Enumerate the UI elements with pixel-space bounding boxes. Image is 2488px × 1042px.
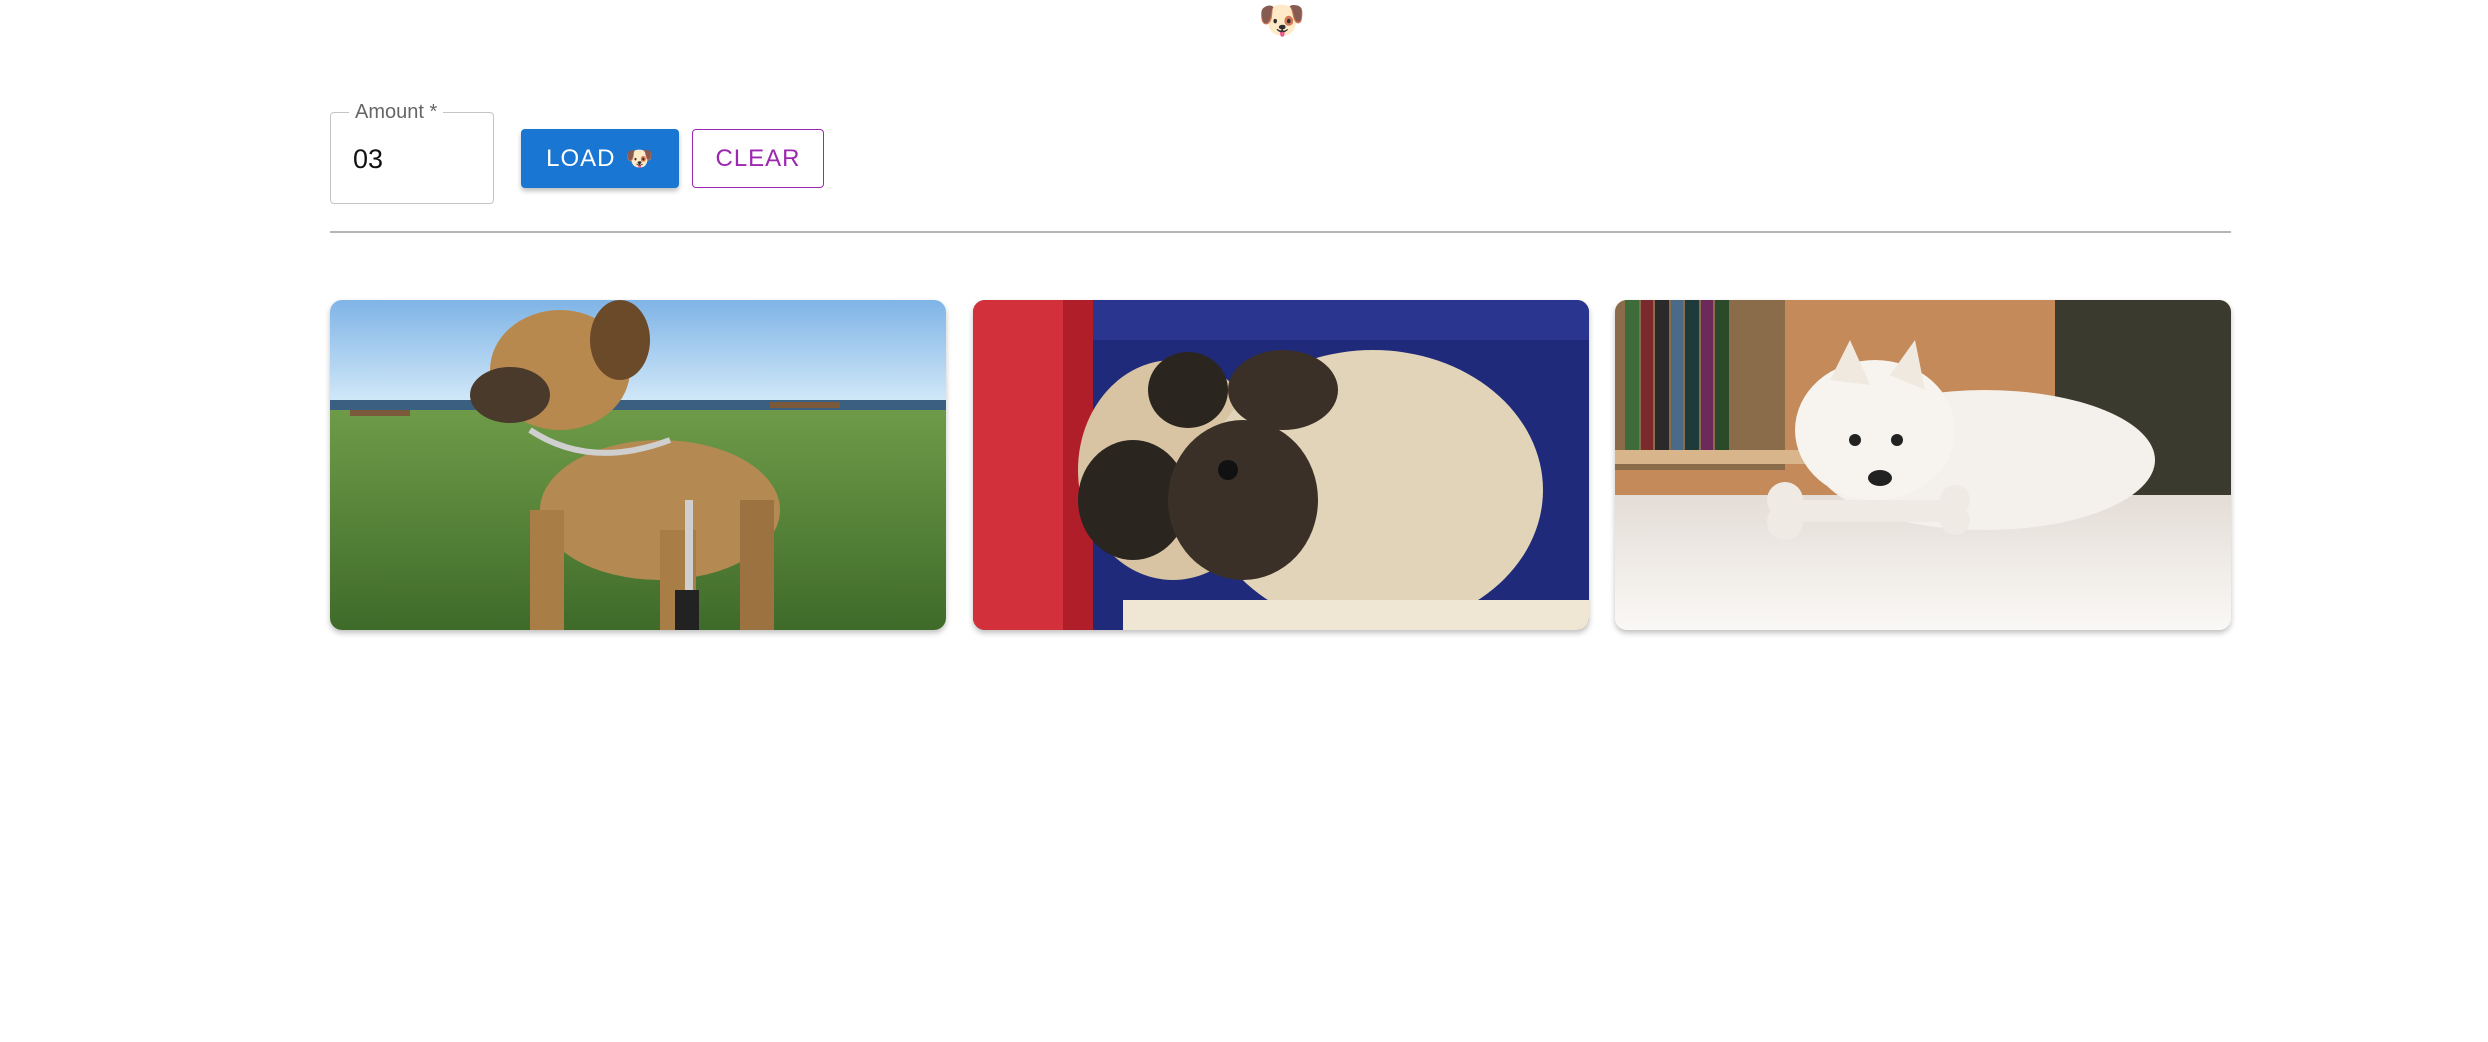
dog-photo-white-puppy <box>1615 300 2231 630</box>
amount-input[interactable]: 03 <box>353 143 383 175</box>
dog-icon: 🐶 <box>625 145 654 171</box>
clear-button-label: CLEAR <box>715 144 801 172</box>
divider <box>330 231 2231 233</box>
dog-photo-puggle <box>330 300 946 630</box>
amount-label: Amount * <box>349 99 444 125</box>
dog-image-card[interactable] <box>973 300 1589 630</box>
load-button[interactable]: LOAD 🐶 <box>521 129 679 188</box>
dog-image-card[interactable] <box>330 300 946 630</box>
dog-logo-icon: 🐶 <box>1258 0 1306 42</box>
load-button-label: LOAD <box>546 144 616 172</box>
dog-photo-pugs <box>973 300 1589 630</box>
amount-field[interactable]: Amount * 03 <box>330 99 494 204</box>
clear-button[interactable]: CLEAR <box>692 129 824 188</box>
dog-image-card[interactable] <box>1615 300 2231 630</box>
app-root: 🐶 Amount * 03 LOAD 🐶 CLEAR <box>0 0 2488 1042</box>
